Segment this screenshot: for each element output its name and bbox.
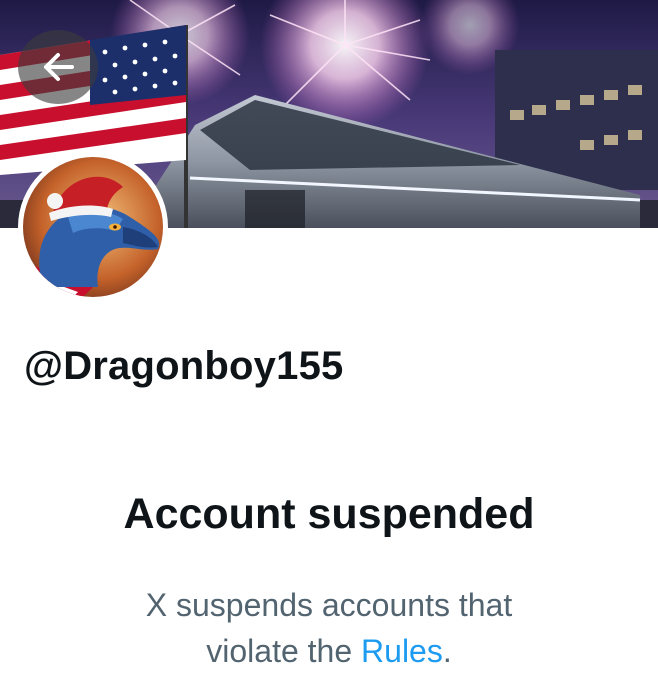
- arrow-left-icon: [44, 53, 74, 81]
- suspension-message-line2: violate the Rules.: [0, 628, 658, 674]
- back-button[interactable]: [18, 30, 98, 104]
- suspension-title: Account suspended: [123, 490, 535, 538]
- suspension-message-line1: X suspends accounts that: [145, 587, 513, 623]
- profile-handle: @Dragonboy155: [24, 344, 344, 388]
- avatar-image: [23, 157, 163, 297]
- rules-link[interactable]: Rules: [361, 633, 443, 669]
- suspension-message-suffix: .: [442, 633, 452, 669]
- suspension-message-prefix: violate the: [206, 633, 362, 669]
- suspension-message: X suspends accounts that violate the Rul…: [0, 582, 658, 674]
- avatar[interactable]: [18, 152, 168, 302]
